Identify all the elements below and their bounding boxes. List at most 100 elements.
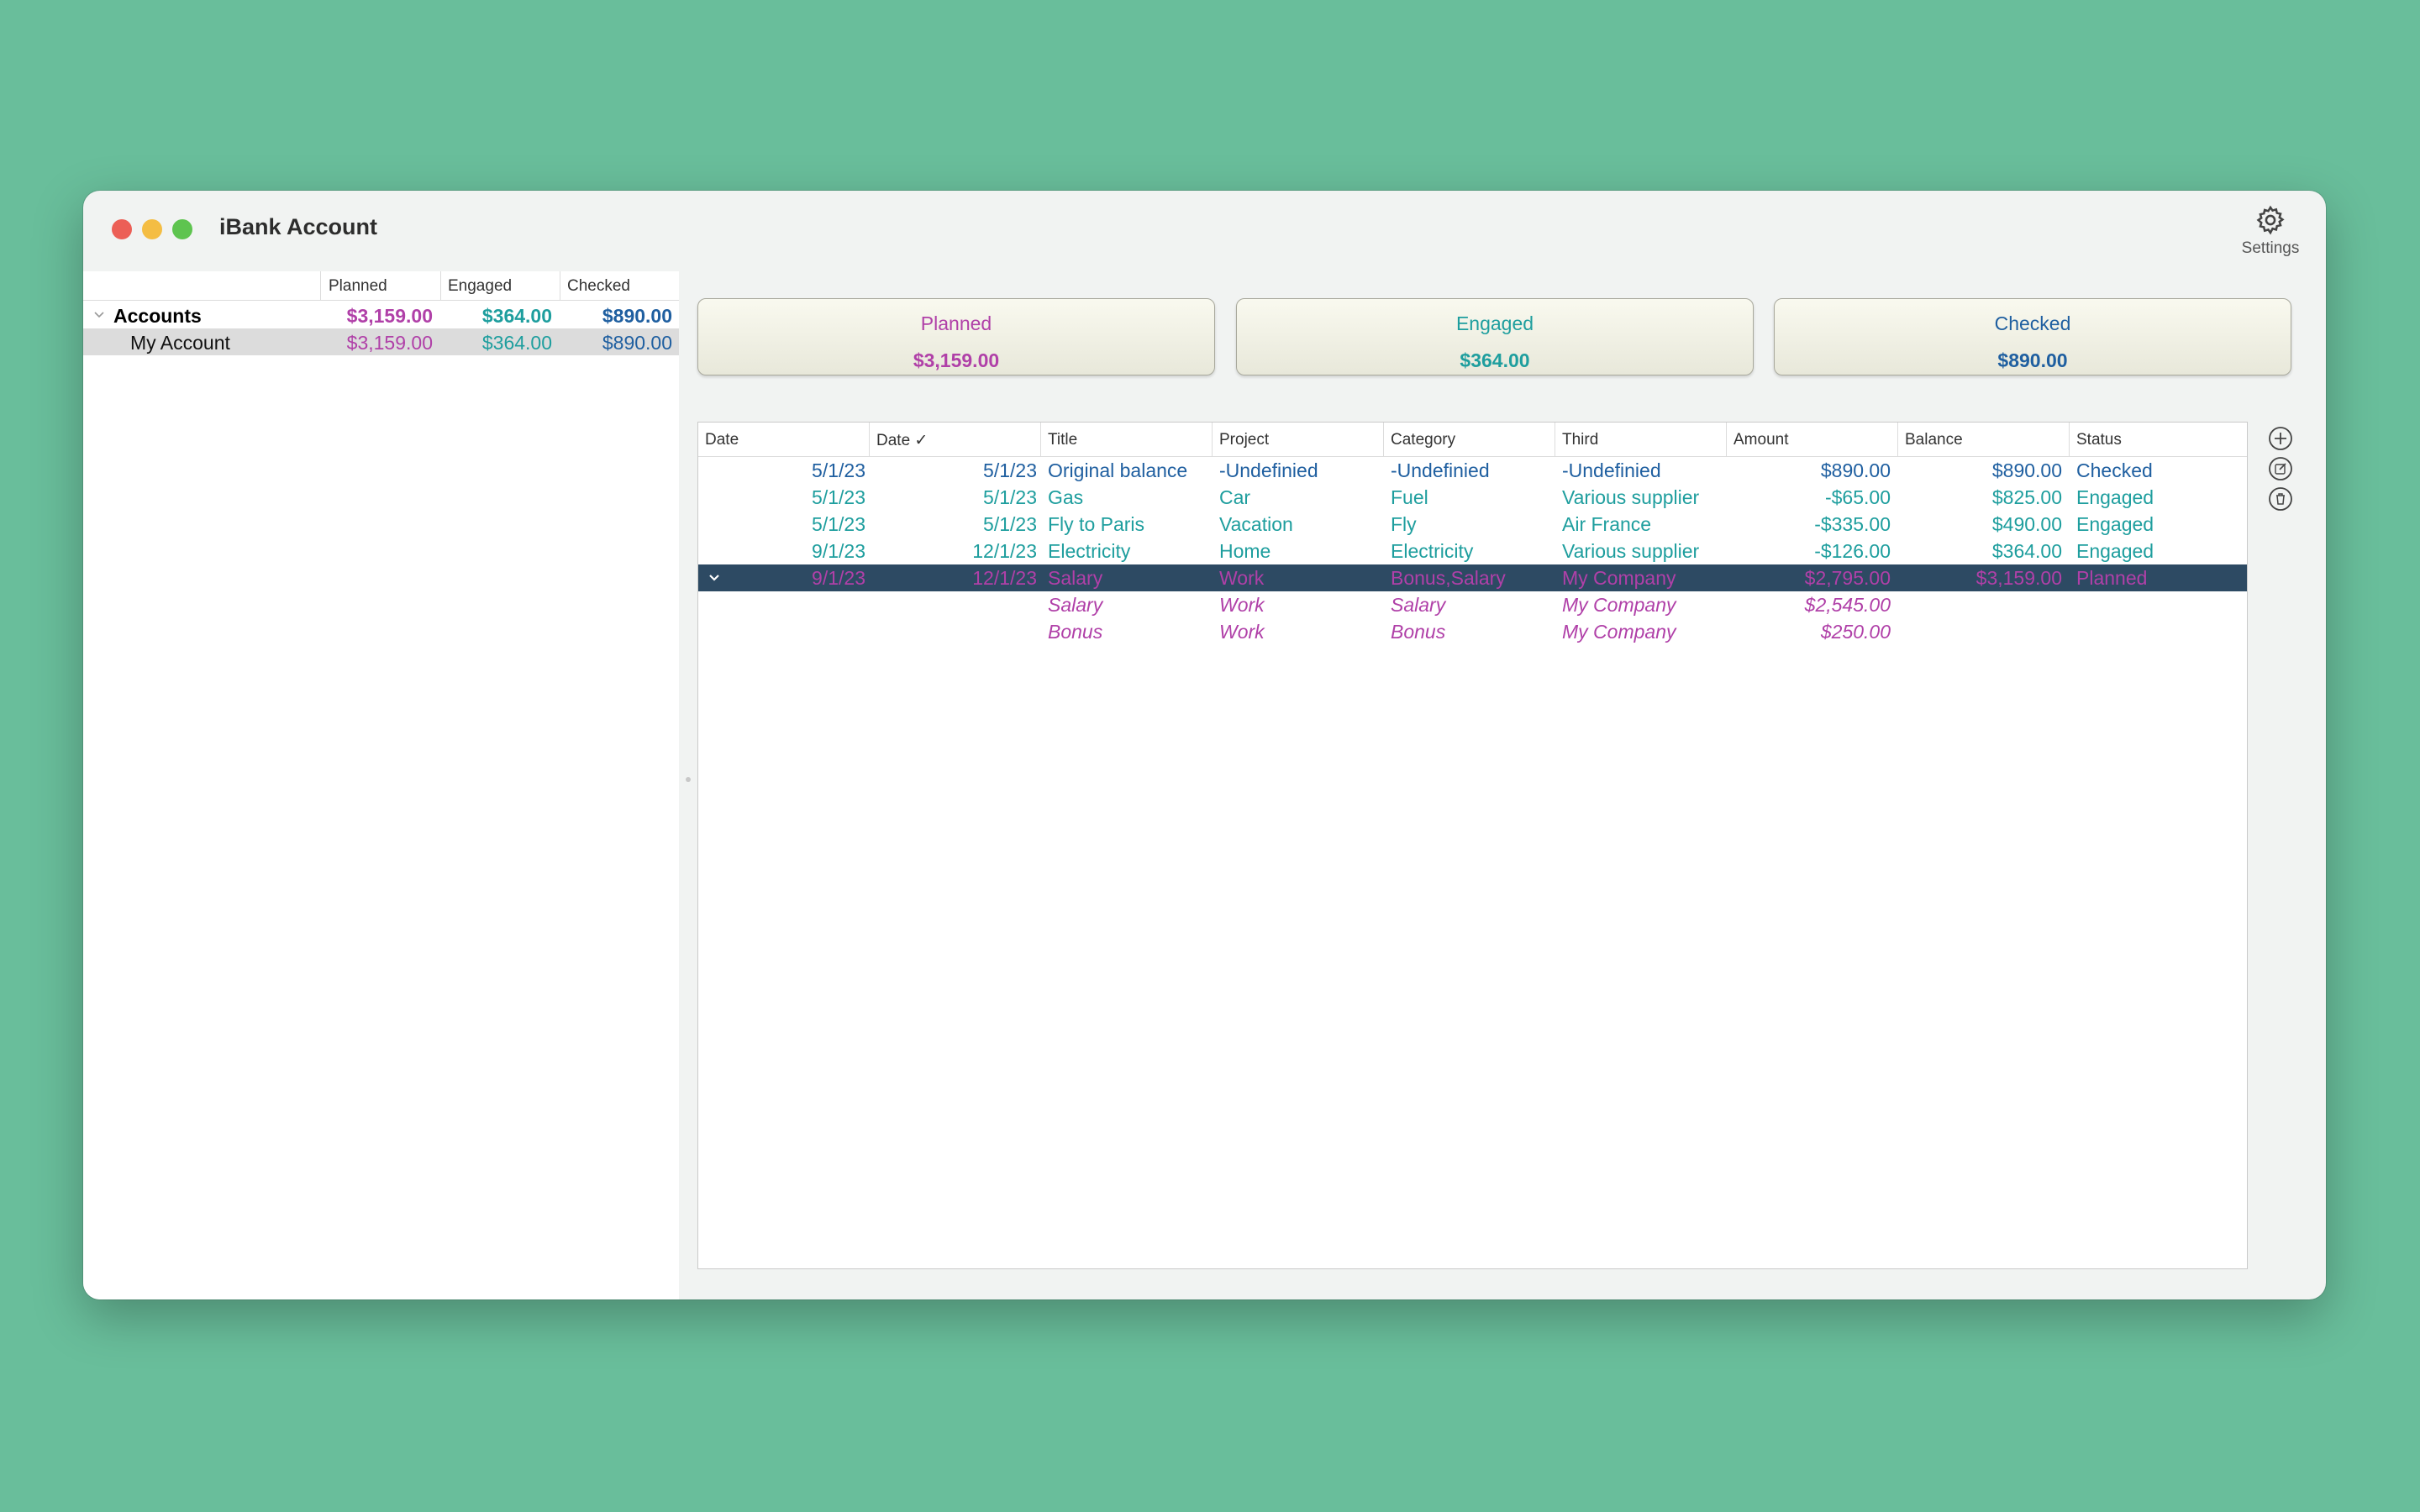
chevron-down-icon[interactable] — [93, 309, 105, 321]
cell-balance: $364.00 — [1991, 540, 2062, 562]
column-header-amount[interactable]: Amount — [1733, 431, 1788, 449]
cell-amount: $250.00 — [1820, 621, 1891, 643]
cell-category: Fly — [1391, 513, 1417, 535]
column-header-date[interactable]: Date — [705, 431, 739, 449]
cell-title: Bonus — [1048, 621, 1103, 643]
cell-balance: $825.00 — [1991, 486, 2062, 508]
cell-status: Engaged — [2076, 486, 2154, 508]
cell-status: Planned — [2076, 567, 2148, 589]
cell-category: Salary — [1391, 594, 1446, 616]
summary-planned-label: Planned — [920, 312, 992, 334]
cell-title: Original balance — [1048, 459, 1188, 481]
account-planned: $3,159.00 — [346, 332, 433, 354]
summary-planned: Planned $3,159.00 — [697, 298, 1215, 375]
summary-engaged: Engaged $364.00 — [1236, 298, 1754, 375]
summary-engaged-value: $364.00 — [1460, 349, 1530, 371]
cell-date: 9/1/23 — [812, 567, 865, 589]
sidebar-header-planned[interactable]: Planned — [329, 277, 387, 296]
account-engaged: $364.00 — [481, 332, 552, 354]
title-bar: iBank Account Settings — [83, 191, 2326, 271]
cell-title: Electricity — [1048, 540, 1131, 562]
trash-icon[interactable] — [2268, 486, 2293, 512]
cell-third: My Company — [1562, 621, 1676, 643]
split-row[interactable]: Salary Work Salary My Company $2,545.00 — [698, 591, 2247, 618]
accounts-group-row[interactable]: Accounts $3,159.00 $364.00 $890.00 — [83, 302, 679, 328]
group-checked-total: $890.00 — [602, 305, 672, 327]
cell-amount: $2,545.00 — [1804, 594, 1891, 616]
app-window: iBank Account Settings Planned Engaged C… — [83, 191, 2326, 1299]
summary-checked: Checked $890.00 — [1774, 298, 2291, 375]
summary-engaged-label: Engaged — [1455, 312, 1534, 334]
sidebar-header: Planned Engaged Checked — [83, 271, 679, 301]
table-row[interactable]: 5/1/23 5/1/23 Original balance -Undefini… — [698, 457, 2247, 484]
table-row[interactable]: 9/1/23 12/1/23 Electricity Home Electric… — [698, 538, 2247, 564]
cell-title: Fly to Paris — [1048, 513, 1145, 535]
cell-status: Engaged — [2076, 540, 2154, 562]
add-icon[interactable] — [2268, 426, 2293, 451]
cell-third: Various supplier — [1562, 540, 1700, 562]
table-row-selected[interactable]: 9/1/23 12/1/23 Salary Work Bonus,Salary … — [698, 564, 2247, 591]
cell-project: Vacation — [1219, 513, 1293, 535]
table-row[interactable]: 5/1/23 5/1/23 Fly to Paris Vacation Fly … — [698, 511, 2247, 538]
accounts-group-label: Accounts — [113, 305, 202, 327]
cell-balance: $890.00 — [1991, 459, 2062, 481]
table-actions — [2268, 426, 2298, 517]
column-header-status[interactable]: Status — [2076, 431, 2122, 449]
account-name: My Account — [130, 332, 230, 354]
cell-balance: $3,159.00 — [1975, 567, 2062, 589]
cell-date-checked: 12/1/23 — [972, 540, 1037, 562]
cell-date: 5/1/23 — [812, 513, 865, 535]
cell-category: Bonus,Salary — [1391, 567, 1506, 589]
cell-date-checked: 5/1/23 — [983, 513, 1037, 535]
cell-balance: $490.00 — [1991, 513, 2062, 535]
table-header: Date Date ✓ Title Project Category Third… — [698, 423, 2247, 457]
column-header-third[interactable]: Third — [1562, 431, 1598, 449]
cell-date-checked: 12/1/23 — [972, 567, 1037, 589]
zoom-window-button[interactable] — [172, 219, 192, 239]
table-row[interactable]: 5/1/23 5/1/23 Gas Car Fuel Various suppl… — [698, 484, 2247, 511]
window-title: iBank Account — [219, 214, 378, 239]
cell-third: Air France — [1562, 513, 1652, 535]
cell-amount: $2,795.00 — [1804, 567, 1891, 589]
cell-date-checked: 5/1/23 — [983, 486, 1037, 508]
transactions-table: Date Date ✓ Title Project Category Third… — [697, 422, 2248, 1269]
cell-project: Car — [1219, 486, 1251, 508]
sidebar-header-checked[interactable]: Checked — [567, 277, 630, 296]
column-header-balance[interactable]: Balance — [1905, 431, 1963, 449]
summary-checked-label: Checked — [1994, 312, 2071, 334]
settings-button[interactable]: Settings — [2237, 204, 2304, 258]
summary-planned-value: $3,159.00 — [913, 349, 1000, 371]
cell-status: Engaged — [2076, 513, 2154, 535]
column-header-date-checked[interactable]: Date ✓ — [876, 431, 928, 450]
cell-amount: -$65.00 — [1824, 486, 1891, 508]
split-row[interactable]: Bonus Work Bonus My Company $250.00 — [698, 618, 2247, 645]
close-window-button[interactable] — [112, 219, 132, 239]
sidebar-item-my-account[interactable]: My Account $3,159.00 $364.00 $890.00 — [83, 328, 679, 355]
cell-amount: -$335.00 — [1814, 513, 1891, 535]
chevron-down-icon[interactable] — [707, 570, 722, 585]
sidebar-header-engaged[interactable]: Engaged — [448, 277, 512, 296]
column-header-project[interactable]: Project — [1219, 431, 1269, 449]
cell-third: -Undefinied — [1562, 459, 1661, 481]
cell-date-checked: 5/1/23 — [983, 459, 1037, 481]
cell-amount: -$126.00 — [1814, 540, 1891, 562]
cell-project: -Undefinied — [1219, 459, 1318, 481]
cell-date: 5/1/23 — [812, 459, 865, 481]
cell-third: Various supplier — [1562, 486, 1700, 508]
split-view-divider[interactable] — [679, 271, 697, 1299]
column-header-category[interactable]: Category — [1391, 431, 1455, 449]
column-header-title[interactable]: Title — [1048, 431, 1077, 449]
cell-title: Salary — [1048, 594, 1103, 616]
summary-checked-value: $890.00 — [1997, 349, 2068, 371]
cell-third: My Company — [1562, 594, 1676, 616]
cell-project: Home — [1219, 540, 1271, 562]
cell-date: 5/1/23 — [812, 486, 865, 508]
minimize-window-button[interactable] — [142, 219, 162, 239]
edit-icon[interactable] — [2268, 456, 2293, 481]
group-engaged-total: $364.00 — [481, 305, 552, 327]
gear-icon — [2256, 205, 2285, 235]
group-planned-total: $3,159.00 — [346, 305, 433, 327]
cell-project: Work — [1219, 621, 1265, 643]
settings-label: Settings — [2241, 239, 2300, 257]
cell-category: -Undefinied — [1391, 459, 1490, 481]
